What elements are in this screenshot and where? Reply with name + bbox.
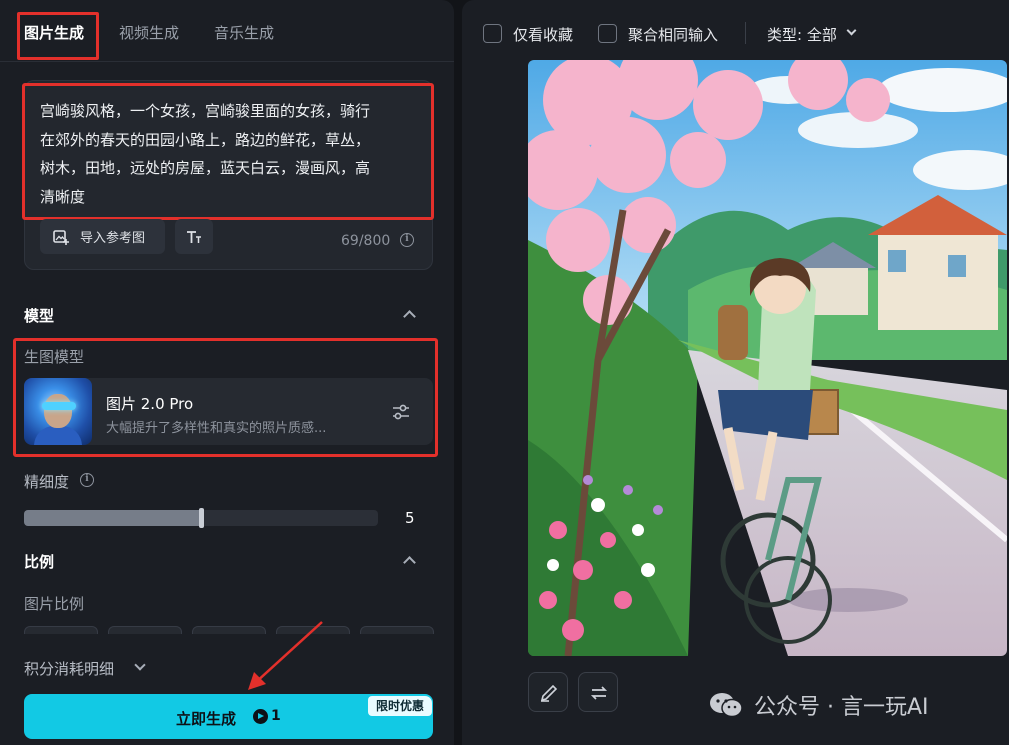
ratio-option[interactable] (108, 626, 182, 634)
ratio-option[interactable] (360, 626, 434, 634)
merge-checkbox[interactable] (598, 24, 617, 43)
text-format-button[interactable] (175, 219, 213, 254)
annotation-box-tab (17, 12, 99, 60)
merge-label: 聚合相同输入 (628, 26, 719, 44)
regenerate-button[interactable] (578, 672, 618, 712)
generate-cost: 1 (271, 708, 281, 724)
detail-slider-fill (24, 510, 201, 526)
annotation-box-model (13, 338, 438, 457)
ratio-options (24, 626, 434, 634)
tab-music[interactable]: 音乐生成 (214, 22, 274, 43)
generated-image-artwork (528, 60, 1007, 656)
tab-video[interactable]: 视频生成 (119, 22, 179, 43)
detail-label: 精细度 (24, 473, 70, 491)
annotation-box-prompt (22, 83, 434, 220)
swap-icon (590, 686, 608, 700)
detail-slider-handle[interactable] (199, 508, 204, 528)
ratio-sub-label: 图片比例 (24, 595, 85, 613)
import-reference-button[interactable]: 导入参考图 (40, 219, 165, 254)
left-panel: 图片生成 视频生成 音乐生成 宫崎骏风格，一个女孩，宫崎骏里面的女孩，骑行 在郊… (0, 0, 454, 745)
ratio-section-title: 比例 (24, 553, 55, 571)
favorites-checkbox[interactable] (483, 24, 502, 43)
info-icon[interactable]: i (80, 473, 94, 487)
info-icon[interactable]: i (400, 233, 414, 247)
char-count: 69/800 (341, 233, 391, 249)
annotation-arrow (248, 621, 323, 690)
text-format-icon (187, 230, 201, 243)
chevron-up-icon[interactable] (403, 556, 416, 569)
play-coin-icon (253, 709, 268, 724)
detail-value: 5 (405, 509, 415, 527)
chevron-up-icon[interactable] (403, 310, 416, 323)
import-reference-label: 导入参考图 (80, 231, 146, 246)
generated-image[interactable] (528, 60, 1007, 656)
type-filter-dropdown[interactable]: 类型: 全部 (767, 24, 837, 45)
pencil-icon (540, 684, 558, 702)
favorites-label: 仅看收藏 (513, 26, 574, 44)
wechat-icon (710, 693, 743, 718)
watermark-text: 公众号 · 言一玩AI (754, 695, 929, 720)
image-import-icon (53, 229, 69, 245)
detail-slider[interactable] (24, 508, 378, 528)
generate-label: 立即生成 (176, 710, 237, 728)
credits-detail-toggle[interactable]: 积分消耗明细 (24, 658, 114, 679)
model-section-title: 模型 (24, 307, 55, 325)
chevron-down-icon[interactable] (134, 659, 146, 671)
promo-badge: 限时优惠 (368, 696, 432, 716)
ratio-option[interactable] (24, 626, 98, 634)
toolbar-divider (745, 22, 746, 44)
watermark: 公众号 · 言一玩AI (708, 690, 929, 720)
edit-button[interactable] (528, 672, 568, 712)
